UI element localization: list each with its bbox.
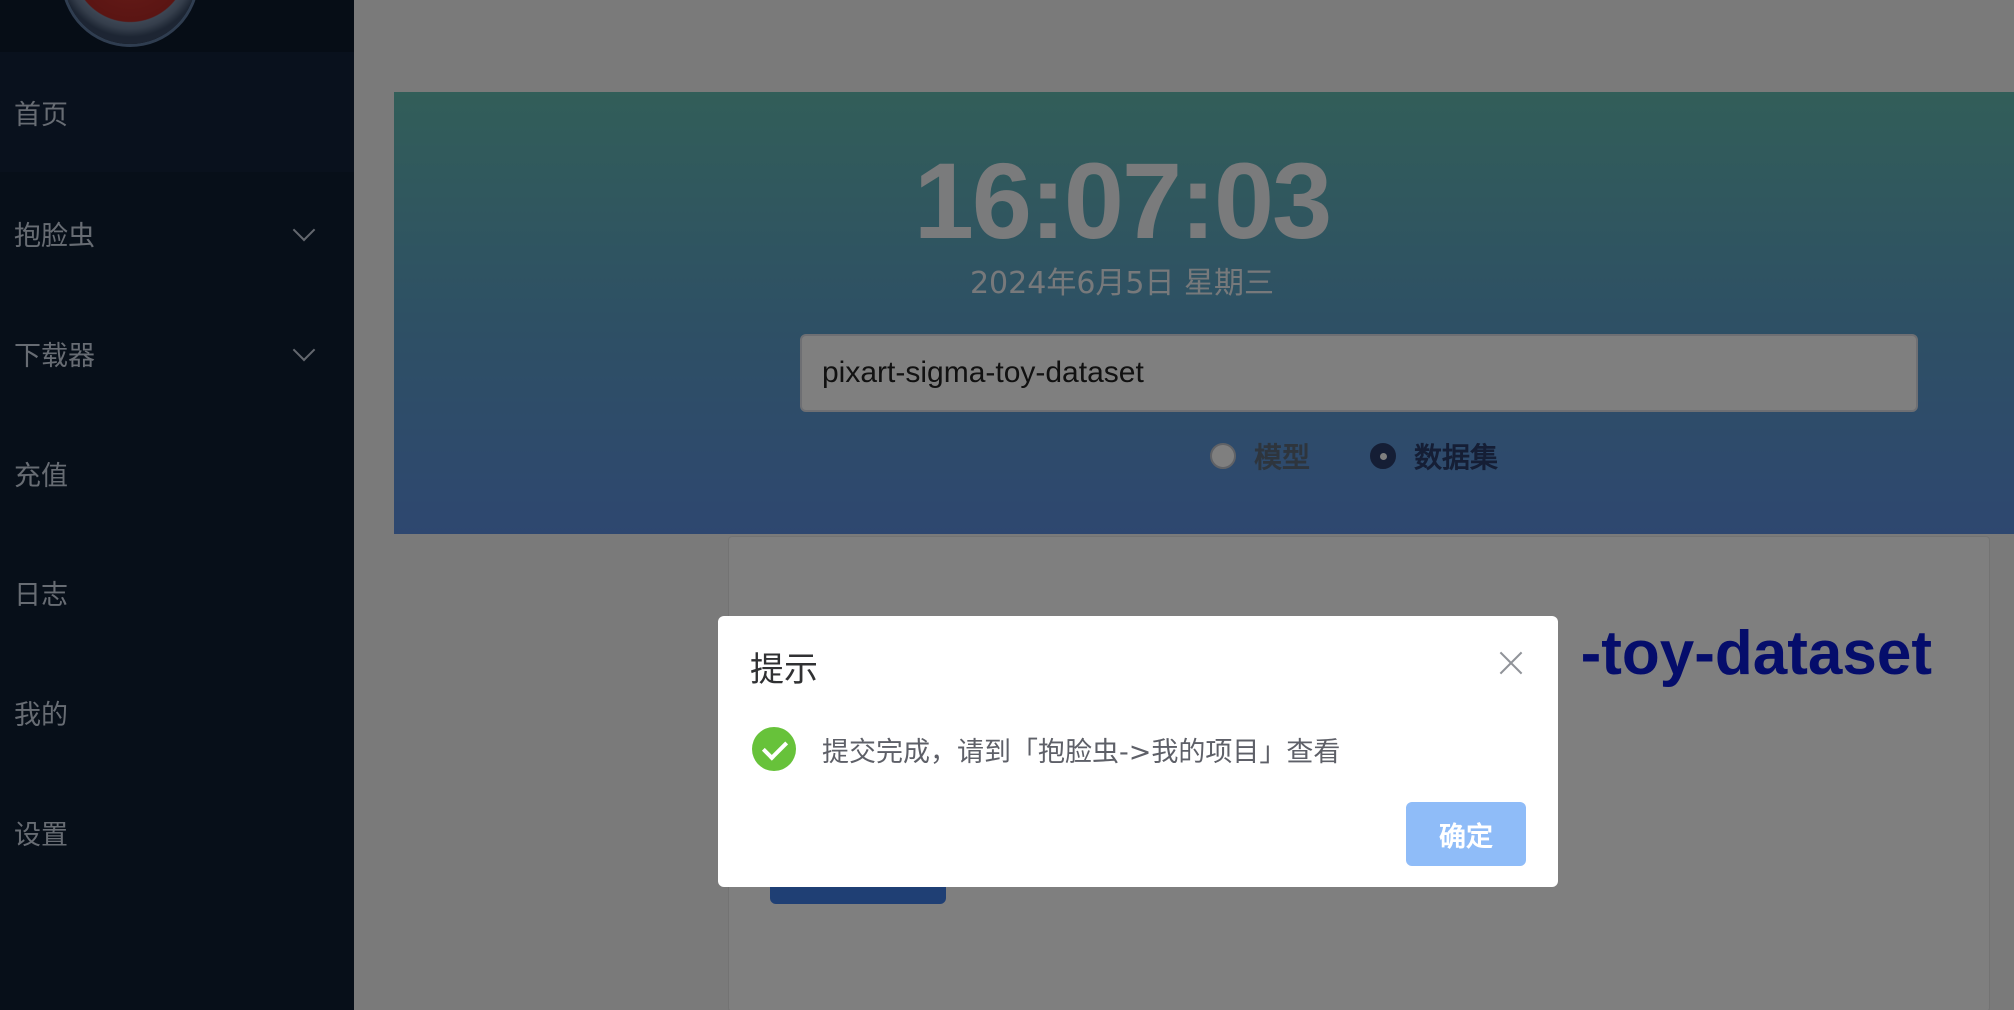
success-check-icon (752, 727, 796, 771)
message-dialog: 提示 提交完成，请到「抱脸虫->我的项目」查看 确定 (718, 616, 1558, 887)
app-root: 首页 抱脸虫 下载器 充值 日志 我的 设置 16:07:03 2024年6月5… (0, 0, 2014, 1010)
close-icon[interactable] (1498, 650, 1524, 676)
confirm-button[interactable]: 确定 (1406, 802, 1526, 866)
dialog-message: 提交完成，请到「抱脸虫->我的项目」查看 (822, 737, 1341, 768)
dialog-title: 提示 (750, 650, 818, 690)
